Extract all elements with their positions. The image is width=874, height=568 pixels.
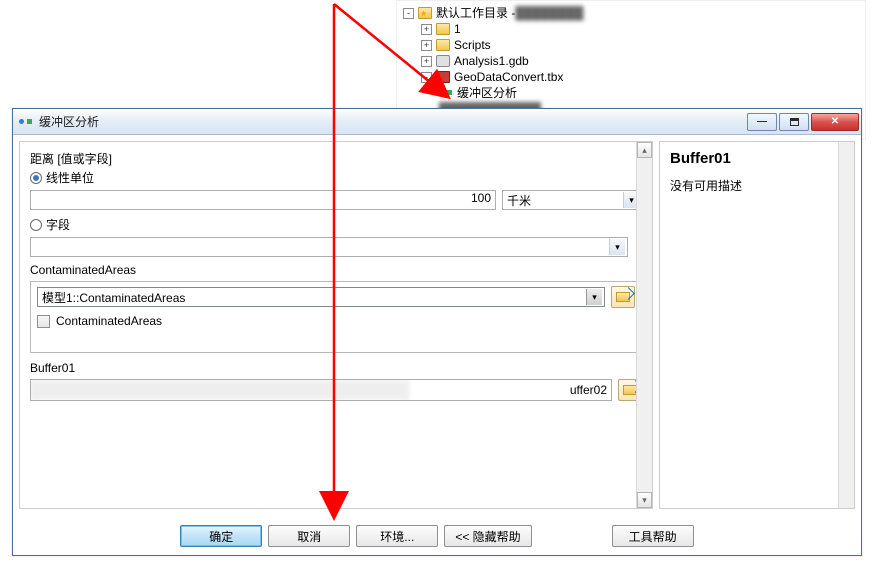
tree-item-model[interactable]: 缓冲区分析 bbox=[439, 85, 859, 101]
radio-icon[interactable] bbox=[30, 219, 42, 231]
environments-button[interactable]: 环境... bbox=[356, 525, 438, 547]
output-path-input[interactable]: uffer02 bbox=[30, 379, 612, 401]
input-fc-dropdown[interactable]: 模型1::ContaminatedAreas ▾ bbox=[37, 287, 605, 307]
blurred-text: ████████ bbox=[515, 5, 645, 21]
chevron-down-icon: ▾ bbox=[586, 289, 602, 305]
buffer-dialog: 缓冲区分析 — ✕ 距离 [值或字段] 线性单位 100 千米 ▾ bbox=[12, 108, 862, 556]
title-bar[interactable]: 缓冲区分析 — ✕ bbox=[13, 109, 861, 135]
scroll-up-icon[interactable]: ▴ bbox=[637, 142, 652, 158]
distance-input[interactable]: 100 bbox=[30, 190, 496, 210]
vertical-scrollbar[interactable]: ▴ ▾ bbox=[636, 142, 652, 508]
tree-item-label: 1 bbox=[454, 21, 461, 37]
open-folder-icon bbox=[616, 292, 630, 302]
dialog-body: 距离 [值或字段] 线性单位 100 千米 ▾ 字段 ▾ bbox=[13, 135, 861, 515]
blurred-text bbox=[31, 380, 408, 400]
checkbox-icon[interactable] bbox=[37, 315, 50, 328]
radio-label: 字段 bbox=[46, 216, 70, 233]
geodatabase-icon bbox=[436, 55, 450, 67]
model-icon bbox=[439, 87, 453, 99]
toolbox-icon bbox=[436, 71, 450, 83]
input-fc-value: 模型1::ContaminatedAreas bbox=[42, 289, 586, 306]
tree-item-label: Analysis1.gdb bbox=[454, 53, 529, 69]
folder-icon bbox=[436, 39, 450, 51]
collapse-icon[interactable]: - bbox=[403, 8, 414, 19]
tree-item[interactable]: + Scripts bbox=[421, 37, 859, 53]
window-buttons: — ✕ bbox=[747, 113, 859, 131]
minimize-icon: — bbox=[757, 116, 767, 127]
unit-dropdown[interactable]: 千米 ▾ bbox=[502, 190, 642, 210]
tree-item-label: GeoDataConvert.tbx bbox=[454, 69, 563, 85]
folder-icon bbox=[436, 23, 450, 35]
hide-help-button[interactable]: << 隐藏帮助 bbox=[444, 525, 531, 547]
tree-item-label: Scripts bbox=[454, 37, 491, 53]
button-bar: 确定 取消 环境... << 隐藏帮助 工具帮助 bbox=[13, 525, 861, 547]
ok-button[interactable]: 确定 bbox=[180, 525, 262, 547]
output-path-tail: uffer02 bbox=[570, 383, 607, 397]
tree-root-row[interactable]: - 默认工作目录 - ████████ bbox=[403, 5, 859, 21]
output-row: uffer02 bbox=[30, 379, 642, 401]
input-fc-panel: 模型1::ContaminatedAreas ▾ ContaminatedAre… bbox=[30, 281, 642, 353]
radio-label: 线性单位 bbox=[46, 169, 94, 186]
expand-icon[interactable]: + bbox=[421, 56, 432, 67]
cancel-button[interactable]: 取消 bbox=[268, 525, 350, 547]
home-folder-icon bbox=[418, 7, 432, 19]
distance-group-label: 距离 [值或字段] bbox=[30, 150, 642, 167]
maximize-icon bbox=[790, 118, 799, 126]
tool-help-button[interactable]: 工具帮助 bbox=[612, 525, 694, 547]
help-title: Buffer01 bbox=[670, 150, 844, 167]
close-icon: ✕ bbox=[831, 116, 839, 127]
tree-root-label: 默认工作目录 - bbox=[436, 5, 515, 21]
model-icon bbox=[19, 115, 33, 129]
open-folder-icon bbox=[623, 385, 637, 395]
vertical-scrollbar[interactable] bbox=[838, 142, 854, 508]
distance-row: 100 千米 ▾ bbox=[30, 190, 642, 210]
close-button[interactable]: ✕ bbox=[811, 113, 859, 131]
help-body: 没有可用描述 bbox=[670, 177, 844, 194]
chevron-down-icon: ▾ bbox=[609, 239, 625, 255]
minimize-button[interactable]: — bbox=[747, 113, 777, 131]
expand-icon[interactable]: + bbox=[421, 40, 432, 51]
help-pane: Buffer01 没有可用描述 bbox=[659, 141, 855, 509]
tree-item[interactable]: + Analysis1.gdb bbox=[421, 53, 859, 69]
dialog-title: 缓冲区分析 bbox=[39, 113, 747, 130]
scroll-down-icon[interactable]: ▾ bbox=[637, 492, 652, 508]
input-fc-label: ContaminatedAreas bbox=[30, 263, 642, 277]
collapse-icon[interactable]: - bbox=[421, 72, 432, 83]
expand-icon[interactable]: + bbox=[421, 24, 432, 35]
browse-button[interactable] bbox=[611, 286, 635, 308]
field-dropdown[interactable]: ▾ bbox=[30, 237, 628, 257]
tree-item-toolbox[interactable]: - GeoDataConvert.tbx bbox=[421, 69, 859, 85]
checkbox-row[interactable]: ContaminatedAreas bbox=[37, 314, 635, 328]
radio-icon[interactable] bbox=[30, 172, 42, 184]
maximize-button[interactable] bbox=[779, 113, 809, 131]
tree-item[interactable]: + 1 bbox=[421, 21, 859, 37]
radio-linear-unit[interactable]: 线性单位 bbox=[30, 169, 642, 186]
unit-selected: 千米 bbox=[507, 192, 623, 209]
parameters-pane: 距离 [值或字段] 线性单位 100 千米 ▾ 字段 ▾ bbox=[19, 141, 653, 509]
checkbox-label: ContaminatedAreas bbox=[56, 314, 162, 328]
output-label: Buffer01 bbox=[30, 361, 642, 375]
tree-item-label: 缓冲区分析 bbox=[457, 85, 517, 101]
distance-value: 100 bbox=[471, 191, 491, 205]
spacer bbox=[538, 525, 606, 547]
radio-field[interactable]: 字段 bbox=[30, 216, 642, 233]
